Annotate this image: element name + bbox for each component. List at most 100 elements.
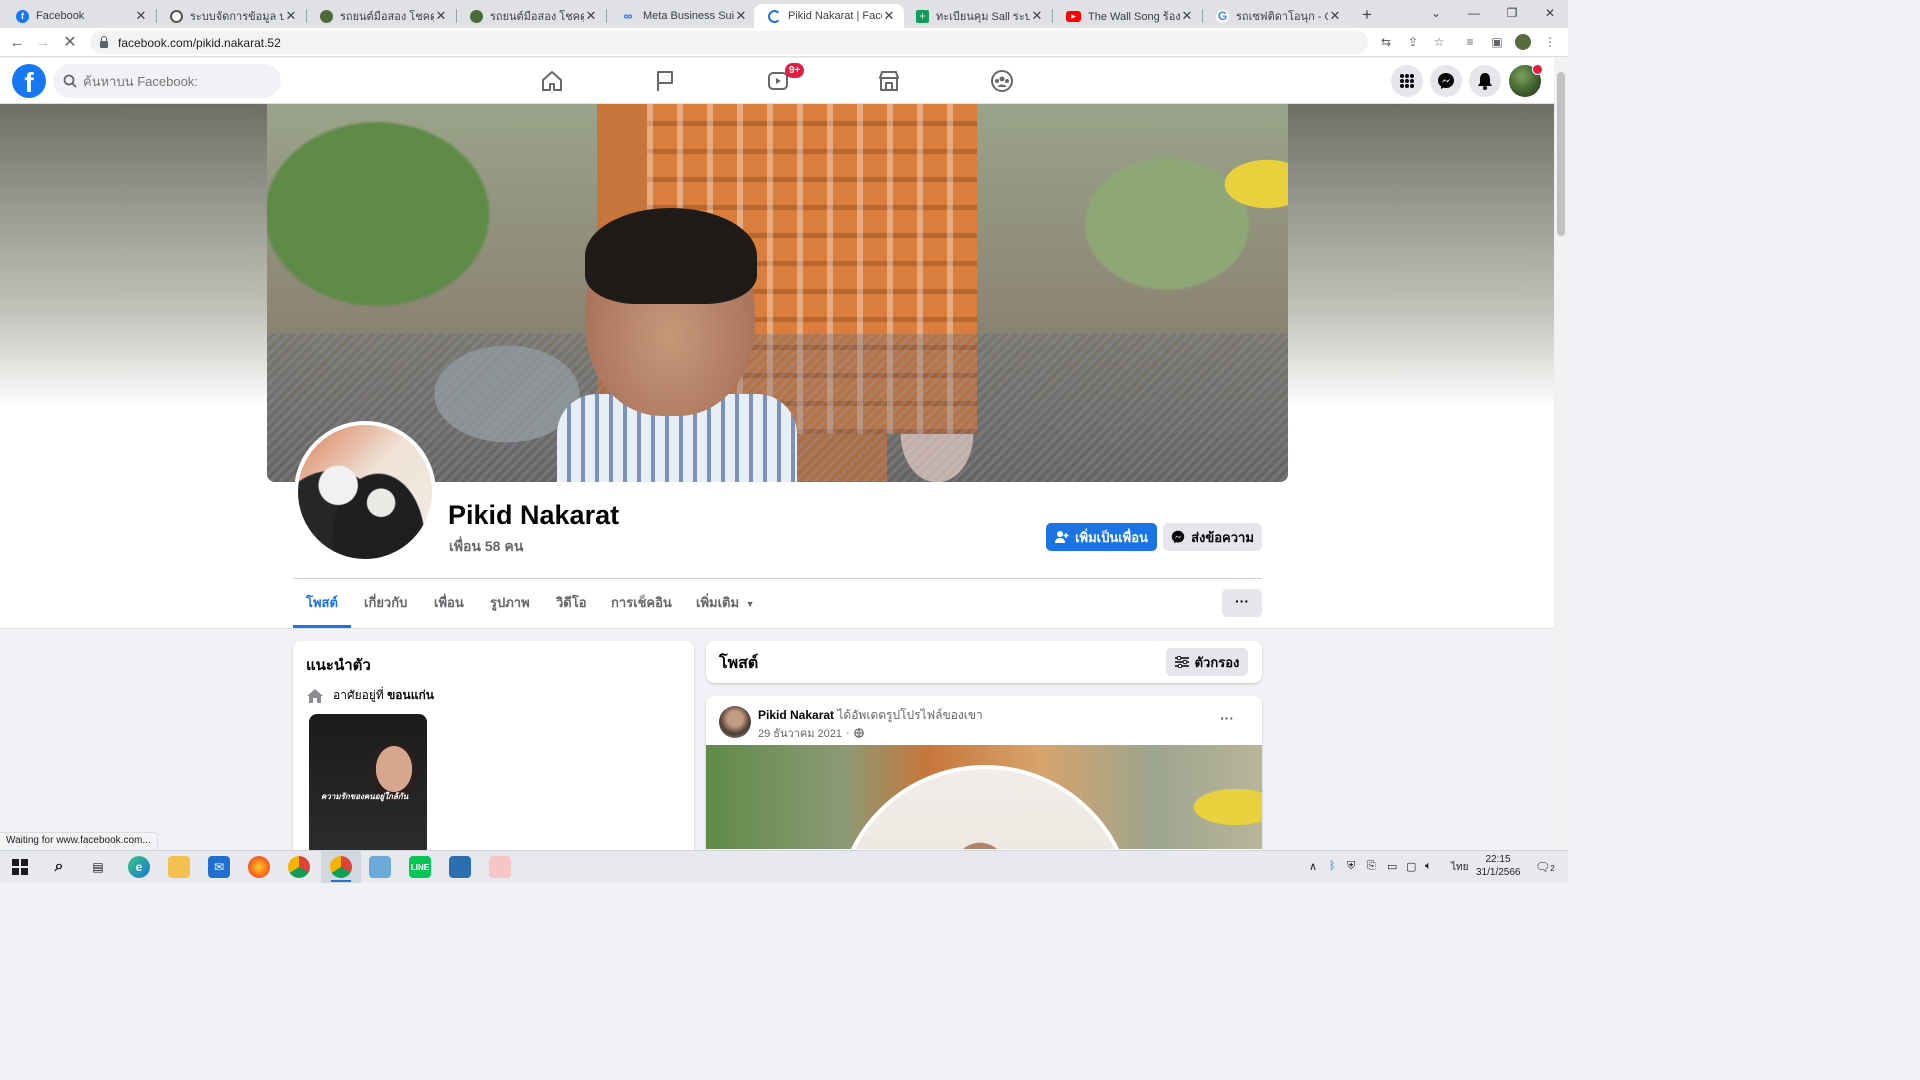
- bluetooth-icon[interactable]: ᛒ: [1329, 860, 1336, 872]
- security-shield-icon[interactable]: ⛨: [1347, 860, 1355, 873]
- new-tab-button[interactable]: +: [1358, 6, 1376, 24]
- nav-marketplace[interactable]: [834, 62, 944, 100]
- notifications-button[interactable]: [1469, 65, 1501, 97]
- browser-tab-facebook[interactable]: f Facebook ✕: [2, 4, 157, 28]
- post-options-icon[interactable]: ···: [1220, 710, 1234, 726]
- lives-in-city[interactable]: ขอนแก่น: [387, 688, 434, 702]
- nav-home[interactable]: [497, 62, 607, 100]
- chrome-icon[interactable]: [288, 856, 310, 878]
- menu-grid-button[interactable]: [1391, 65, 1423, 97]
- profile-avatar-icon[interactable]: [1515, 34, 1531, 50]
- minimize-window-button[interactable]: —: [1459, 4, 1489, 22]
- browser-tab-google[interactable]: G รถเซฟติดาโอนุก - Goog ✕: [1202, 4, 1350, 28]
- tab-title: Pikid Nakarat | Facebo: [788, 10, 882, 22]
- messenger-button[interactable]: [1430, 65, 1462, 97]
- tab-more-label: เพิ่มเติม: [696, 595, 740, 610]
- facebook-logo-icon[interactable]: f: [12, 64, 46, 98]
- close-tab-icon[interactable]: ✕: [734, 8, 748, 24]
- app-window-icon[interactable]: [369, 856, 391, 878]
- edge-browser-icon[interactable]: e: [128, 856, 150, 878]
- filter-button[interactable]: ตัวกรอง: [1166, 648, 1248, 676]
- account-avatar[interactable]: [1509, 64, 1543, 97]
- tab-title: รถยนต์มือสอง โชคดูกโอ: [340, 11, 434, 23]
- restore-window-button[interactable]: ❐: [1497, 4, 1527, 22]
- file-explorer-icon[interactable]: [168, 856, 190, 878]
- tab-checkins[interactable]: การเช็คอิน: [611, 588, 672, 618]
- close-tab-icon[interactable]: ✕: [1030, 8, 1044, 24]
- browser-tab-meta-business[interactable]: ∞ Meta Business Suite ✕: [606, 4, 756, 28]
- bookmark-star-icon[interactable]: ☆: [1431, 34, 1447, 50]
- firefox-icon[interactable]: [248, 856, 270, 878]
- system-clock[interactable]: 22:15 31/1/2566: [1476, 853, 1521, 879]
- tab-about[interactable]: เกี่ยวกับ: [364, 588, 407, 618]
- url-text[interactable]: facebook.com/pikid.nakarat.52: [118, 36, 281, 50]
- facebook-search-box[interactable]: [53, 64, 281, 98]
- cover-photo[interactable]: [267, 104, 1288, 482]
- post-author-name[interactable]: Pikid Nakarat: [758, 708, 834, 722]
- share-icon[interactable]: ⇪: [1405, 34, 1421, 50]
- reading-list-icon[interactable]: ≡: [1462, 34, 1478, 50]
- task-view-icon[interactable]: ▤: [87, 856, 109, 878]
- forward-arrow-icon[interactable]: →: [33, 33, 53, 53]
- display-icon[interactable]: ▭: [1387, 860, 1397, 873]
- browser-tab-used-cars-1[interactable]: รถยนต์มือสอง โชคดูกโอ ✕: [306, 4, 457, 28]
- stop-loading-icon[interactable]: ✕: [60, 33, 80, 53]
- search-icon[interactable]: ⌕: [48, 856, 70, 878]
- page-scrollbar[interactable]: [1554, 58, 1568, 850]
- close-tab-icon[interactable]: ✕: [882, 8, 896, 24]
- nav-pages[interactable]: [610, 62, 720, 100]
- chrome-menu-icon[interactable]: ⋮: [1542, 34, 1558, 50]
- add-friend-button[interactable]: เพิ่มเป็นเพื่อน: [1046, 523, 1157, 551]
- usb-icon[interactable]: ⎘: [1367, 860, 1376, 873]
- lock-icon[interactable]: [100, 35, 108, 48]
- tab-photos[interactable]: รูปภาพ: [490, 588, 530, 618]
- show-hidden-icons[interactable]: ∧: [1309, 860, 1317, 873]
- browser-tab-company-system[interactable]: ระบบจัดการข้อมูล บริษัท ✕: [156, 4, 307, 28]
- close-tab-icon[interactable]: ✕: [1328, 8, 1342, 24]
- search-input[interactable]: [83, 73, 263, 89]
- notification-center-icon[interactable]: 🗨︎2: [1535, 860, 1555, 874]
- browser-tab-strip: f Facebook ✕ ระบบจัดการข้อมูล บริษัท ✕ ร…: [0, 0, 1568, 28]
- tab-friends[interactable]: เพื่อน: [434, 588, 464, 618]
- close-tab-icon[interactable]: ✕: [584, 8, 598, 24]
- scrollbar-thumb[interactable]: [1557, 72, 1565, 236]
- close-tab-icon[interactable]: ✕: [1180, 8, 1194, 24]
- chrome-profile-icon[interactable]: [330, 856, 352, 878]
- post-date[interactable]: 29 ธันวาคม 2021: [758, 724, 842, 742]
- volume-icon[interactable]: 🔈︎: [1425, 860, 1432, 873]
- mail-icon[interactable]: ✉: [208, 856, 230, 878]
- line-app-icon[interactable]: LINE: [409, 856, 431, 878]
- friends-count[interactable]: เพื่อน 58 คน: [449, 536, 523, 558]
- photos-app-icon[interactable]: [449, 856, 471, 878]
- windows-start-icon[interactable]: [9, 856, 31, 878]
- tab-posts[interactable]: โพสต์: [306, 588, 338, 618]
- close-tab-icon[interactable]: ✕: [434, 8, 448, 24]
- back-arrow-icon[interactable]: ←: [7, 33, 27, 53]
- tab-search-icon[interactable]: ⌄: [1421, 4, 1451, 22]
- browser-tab-used-cars-2[interactable]: รถยนต์มือสอง โชคดูกโอ ✕: [456, 4, 607, 28]
- close-tab-icon[interactable]: ✕: [284, 8, 298, 24]
- address-bar[interactable]: facebook.com/pikid.nakarat.52: [90, 31, 1368, 54]
- tab-videos[interactable]: วิดีโอ: [556, 588, 587, 618]
- clock-time: 22:15: [1485, 854, 1511, 865]
- browser-tab-pikid-active[interactable]: Pikid Nakarat | Facebo ✕: [754, 4, 904, 28]
- side-panel-icon[interactable]: ▣: [1489, 34, 1505, 50]
- featured-photo[interactable]: ความรักของคนอยู่ใกล้กัน: [309, 714, 427, 854]
- post-image[interactable]: [706, 745, 1262, 849]
- nav-watch[interactable]: 9+: [723, 62, 833, 100]
- close-window-button[interactable]: ✕: [1535, 4, 1565, 22]
- network-icon[interactable]: ▢: [1406, 860, 1416, 873]
- send-message-button[interactable]: ส่งข้อความ: [1163, 523, 1262, 551]
- paint-app-icon[interactable]: [489, 856, 511, 878]
- browser-tab-sheets[interactable]: + ทะเบียนคุม Sall ระบบออน ✕: [902, 4, 1053, 28]
- nav-groups[interactable]: [947, 62, 1057, 100]
- post-author-avatar[interactable]: [719, 706, 751, 738]
- car-favicon-icon: [470, 9, 483, 23]
- tab-more[interactable]: เพิ่มเติม ▼: [696, 588, 755, 618]
- profile-picture[interactable]: [294, 421, 436, 563]
- profile-more-options-button[interactable]: ···: [1222, 589, 1262, 617]
- input-language[interactable]: ไทย: [1451, 860, 1468, 875]
- translate-icon[interactable]: ⇆: [1378, 34, 1394, 50]
- close-tab-icon[interactable]: ✕: [134, 8, 148, 24]
- browser-tab-youtube[interactable]: ▶ The Wall Song ร้องข้าม ✕: [1052, 4, 1203, 28]
